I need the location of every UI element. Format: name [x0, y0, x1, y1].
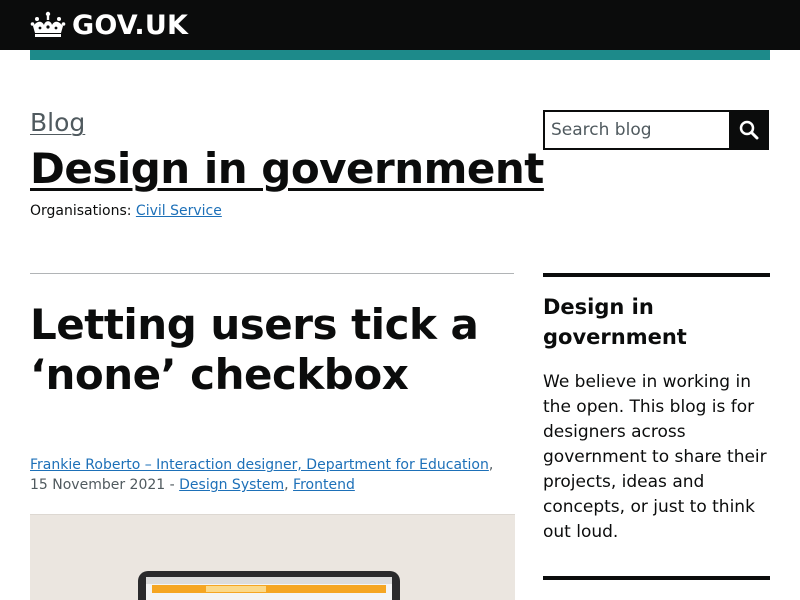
search-input[interactable] — [543, 110, 729, 150]
blog-link[interactable]: Blog — [30, 108, 85, 137]
search-button[interactable] — [729, 110, 769, 150]
header-accent-bar — [30, 50, 770, 60]
govuk-logo-text: GOV.UK — [72, 9, 189, 41]
laptop-illustration — [138, 571, 400, 600]
browser-toolbar — [146, 577, 392, 584]
category-link-design-system[interactable]: Design System — [179, 477, 284, 493]
category-link-frontend[interactable]: Frontend — [293, 477, 355, 493]
post-image — [30, 514, 515, 600]
organisation-link-civil-service[interactable]: Civil Service — [136, 203, 222, 219]
content-divider — [30, 273, 514, 274]
post-meta: Frankie Roberto – Interaction designer, … — [30, 455, 514, 495]
blog-title-link[interactable]: Design in government — [30, 144, 544, 193]
sidebar-top-rule — [543, 273, 770, 277]
organisations-line: Organisations: Civil Service — [30, 203, 222, 219]
search-icon — [739, 120, 759, 140]
meta-comma: , — [284, 477, 294, 493]
site-header: GOV.UK — [0, 0, 800, 50]
post-title: Letting users tick a ‘none’ checkbox — [30, 300, 479, 399]
crown-icon — [30, 11, 66, 37]
laptop-screen — [146, 577, 392, 600]
search-form — [543, 110, 769, 150]
organisations-label: Organisations: — [30, 203, 132, 219]
sidebar-heading: Design in government — [543, 295, 687, 349]
browser-tab-highlight — [206, 586, 266, 592]
author-link[interactable]: Frankie Roberto – Interaction designer, … — [30, 457, 489, 473]
govuk-logo-link[interactable]: GOV.UK — [30, 8, 188, 42]
post-date: 15 November 2021 — [30, 477, 166, 493]
browser-page-header — [152, 585, 386, 593]
sidebar-bottom-rule — [543, 576, 770, 580]
sidebar-description: We believe in working in the open. This … — [543, 372, 767, 542]
meta-separator: - — [165, 477, 180, 493]
meta-comma: , — [488, 457, 494, 473]
